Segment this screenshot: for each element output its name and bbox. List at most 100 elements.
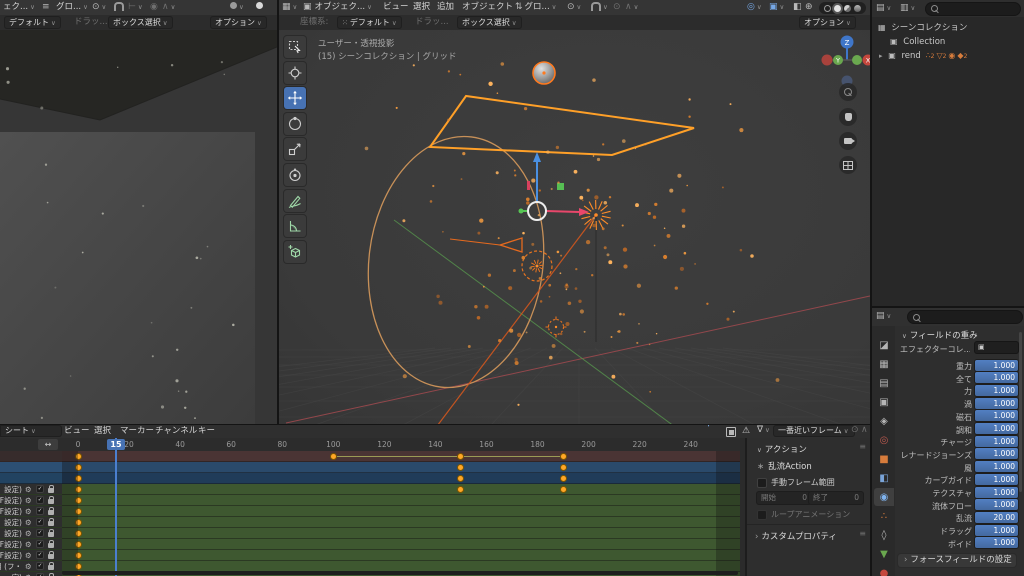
weight-slider-10[interactable]: 1.000	[975, 487, 1018, 498]
lock-icon[interactable]	[48, 521, 54, 526]
vortex-forcefield-object[interactable]	[522, 251, 552, 281]
outliner-row-collection[interactable]: ▣ Collection	[872, 35, 1024, 48]
falloff-icon[interactable]: ∧	[861, 425, 868, 435]
pan-button[interactable]	[839, 108, 857, 126]
emitter-plane-object[interactable]	[430, 96, 694, 155]
material-tab-icon[interactable]: ●	[874, 564, 894, 576]
dopesheet-mode-dropdown[interactable]: シート∨	[0, 425, 62, 437]
keyframe[interactable]	[458, 454, 463, 459]
shading-rendered-icon[interactable]	[854, 5, 861, 12]
manual-range-checkbox[interactable]	[757, 478, 767, 488]
lit-plane-face[interactable]	[0, 132, 255, 424]
lock-icon[interactable]	[48, 499, 54, 504]
channel-enable-checkbox[interactable]: ✓	[36, 507, 44, 515]
channel-row[interactable]: F設定)⚙✓	[0, 506, 740, 517]
rotate-tool[interactable]	[284, 113, 306, 135]
menu-select[interactable]: 選択	[413, 0, 430, 15]
overlay-plus-icon[interactable]: ⊕	[805, 0, 813, 15]
weight-slider-3[interactable]: 1.000	[975, 398, 1018, 409]
modifier-icon[interactable]: ⚙	[25, 551, 32, 560]
keyframe[interactable]	[561, 476, 566, 481]
channel-row[interactable]: 設定)⚙✓	[0, 528, 740, 539]
preset-dropdown[interactable]: デフォルト∨	[4, 16, 61, 29]
weight-slider-8[interactable]: 1.000	[975, 461, 1018, 472]
lock-icon[interactable]	[48, 565, 54, 570]
lock-icon[interactable]	[48, 510, 54, 515]
pivot-icon[interactable]: ⊙∨	[92, 0, 106, 15]
measure-tool[interactable]	[284, 215, 306, 237]
channel-row[interactable]	[0, 462, 740, 473]
lock-icon[interactable]	[48, 554, 54, 559]
menu-select[interactable]: 選択	[94, 425, 111, 438]
channel-enable-checkbox[interactable]: ✓	[36, 529, 44, 537]
action-panel-header[interactable]: ∨アクション	[755, 443, 807, 455]
camera-view-button[interactable]	[839, 132, 857, 150]
frame-start-field[interactable]: 開始0	[757, 492, 811, 504]
action-datablock[interactable]: ∗乱流Action	[757, 460, 812, 472]
shading-preview-icon[interactable]: ∨	[230, 0, 244, 15]
menu-key[interactable]: キー	[198, 425, 215, 438]
weight-slider-13[interactable]: 1.000	[975, 525, 1018, 536]
keyframe[interactable]	[458, 465, 463, 470]
filter-icon[interactable]: ▥∨	[900, 1, 915, 16]
options-dropdown[interactable]: オプション∨	[799, 16, 856, 29]
force-field-panel-header[interactable]: ›フォースフィールドの設定	[898, 554, 1016, 567]
pivot-icon[interactable]: ⊙∨	[567, 0, 581, 15]
current-frame-badge[interactable]: 15	[107, 439, 125, 450]
loop-checkbox[interactable]	[757, 510, 767, 520]
modifier-icon[interactable]: ⚙	[25, 485, 32, 494]
menu-object[interactable]: オブジェクト	[462, 0, 513, 15]
orientation-dropdown[interactable]: ⇅グロ...∨	[515, 0, 556, 15]
keyframe[interactable]	[458, 487, 463, 492]
select-mode-dropdown[interactable]: ボックス選択∨	[108, 16, 173, 29]
menu-collapse-icon[interactable]: ≡	[42, 0, 50, 15]
snap-magnet-icon[interactable]	[114, 0, 124, 15]
channel-row[interactable]: F設定)⚙✓	[0, 495, 740, 506]
keyframe[interactable]	[561, 487, 566, 492]
move-gizmo[interactable]	[519, 152, 590, 220]
orientation-dropdown[interactable]: グロ...∨	[56, 0, 88, 15]
outliner-search[interactable]	[926, 3, 1020, 15]
channel-row[interactable]: 設定)⚙✓	[0, 484, 740, 495]
toggle-xray-icon[interactable]: ◧	[793, 0, 802, 15]
channel-row[interactable]: 設定)⚙✓	[0, 517, 740, 528]
proportional-edit-icon[interactable]: ⊙	[613, 0, 621, 15]
mode-dropdown[interactable]: ェク...∨	[3, 0, 35, 15]
shading-solid-icon[interactable]	[256, 0, 263, 15]
lock-icon[interactable]	[48, 532, 54, 537]
move-tool[interactable]	[284, 87, 306, 109]
custom-properties-panel-header[interactable]: ›カスタムプロパティ	[755, 530, 837, 542]
weight-slider-14[interactable]: 1.000	[975, 537, 1018, 548]
modifier-icon[interactable]: ⚙	[25, 562, 32, 571]
modifier-icon[interactable]: ⚙	[25, 540, 32, 549]
preset-dropdown[interactable]: ⁙デフォルト∨	[337, 16, 402, 29]
outliner-row-object[interactable]: ▸ ▣ rend ∴2▽2◉◆2	[872, 49, 1024, 62]
field-weights-panel-header[interactable]: ∨フィールドの重み	[900, 329, 978, 341]
snap-magnet-icon[interactable]: ∨	[591, 0, 608, 15]
proportional-edit-icon[interactable]: ◉	[150, 0, 158, 15]
channel-enable-checkbox[interactable]: ✓	[36, 518, 44, 526]
snap-mode-dropdown[interactable]: 一番近いフレーム∨	[773, 425, 855, 437]
keyframe[interactable]	[458, 476, 463, 481]
properties-search[interactable]	[908, 311, 1022, 323]
turbulence-forcefield-object[interactable]	[581, 200, 610, 230]
properties-scrollbar[interactable]	[1019, 332, 1022, 492]
menu-channel[interactable]: チャンネル	[155, 425, 197, 438]
weight-slider-6[interactable]: 1.000	[975, 436, 1018, 447]
keyframe[interactable]	[331, 454, 336, 459]
panel-drag-icon[interactable]: ≡	[859, 442, 866, 451]
snap-target-icon[interactable]: ⊢∨	[128, 0, 143, 15]
cursor-tool[interactable]	[284, 62, 306, 84]
options-dropdown[interactable]: オプション∨	[210, 16, 267, 29]
weight-slider-7[interactable]: 1.000	[975, 448, 1018, 459]
weight-slider-12[interactable]: 20.00	[975, 512, 1018, 523]
channel-row[interactable]	[0, 451, 740, 462]
annotate-tool[interactable]	[284, 190, 306, 212]
channel-row[interactable]: F設定)⚙✓	[0, 550, 740, 561]
tool-tab-icon[interactable]: ◪	[874, 336, 894, 354]
proportional-edit-icon[interactable]: ⊙	[851, 425, 859, 435]
wind-cone-object[interactable]	[450, 238, 522, 252]
object-mode-dropdown[interactable]: ▣オブジェク...∨	[303, 0, 372, 15]
frame-end-field[interactable]: 終了0	[809, 492, 863, 504]
weight-slider-4[interactable]: 1.000	[975, 410, 1018, 421]
